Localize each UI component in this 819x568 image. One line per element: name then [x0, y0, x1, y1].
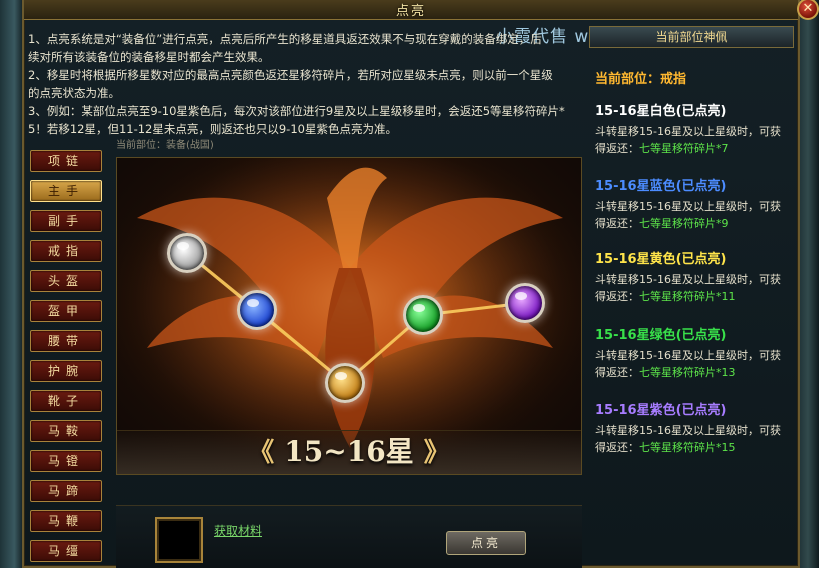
slot-button-belt[interactable]: 腰带: [30, 330, 102, 352]
material-slot[interactable]: [155, 517, 203, 563]
green-orb[interactable]: [403, 295, 443, 335]
instruction-line: 2、移星时将根据所移星数对应的最高点亮颜色返还星移符碎片，若所对应星级未点亮，则…: [28, 68, 553, 82]
current-slot-label: 当前部位：戒指: [595, 72, 687, 87]
detail-panel-header: 当前部位神佩: [589, 26, 794, 48]
tier-title: 15-16星黄色(已点亮): [595, 252, 727, 267]
slot-button-helmet[interactable]: 头盔: [30, 270, 102, 292]
tier-desc-prefix: 得返还：: [595, 142, 639, 155]
next-range-arrow[interactable]: 》: [424, 438, 450, 468]
tier-description: 斗转星移15-16星及以上星级时，可获 得返还：七等星移符碎片*7: [595, 123, 795, 157]
previous-range-arrow[interactable]: 《: [248, 438, 274, 468]
tier-description: 斗转星移15-16星及以上星级时，可获 得返还：七等星移符碎片*11: [595, 271, 795, 305]
dialog-title: 点亮: [395, 4, 426, 19]
slot-button-necklace[interactable]: 项链: [30, 150, 102, 172]
detail-panel: 当前部位神佩 当前部位：戒指 15-16星白色(已点亮) 斗转星移15-16星及…: [589, 24, 796, 564]
tier-desc-line: 斗转星移15-16星及以上星级时，可获: [595, 349, 781, 362]
tier-reward: 七等星移符碎片*15: [639, 441, 736, 454]
slot-button-whip[interactable]: 马鞭: [30, 510, 102, 532]
dialog-titlebar: 点亮: [24, 0, 798, 20]
instruction-line: 5！若移12星，但11-12星未点亮，则返还也只以9-10星紫色点亮为准。: [28, 122, 397, 136]
tier-white: 15-16星白色(已点亮) 斗转星移15-16星及以上星级时，可获 得返还：七等…: [595, 100, 795, 157]
slot-button-horseshoe[interactable]: 马蹄: [30, 480, 102, 502]
close-icon: ✕: [802, 1, 814, 16]
tier-reward: 七等星移符碎片*13: [639, 366, 736, 379]
tier-title: 15-16星蓝色(已点亮): [595, 179, 727, 194]
tier-desc-prefix: 得返还：: [595, 290, 639, 303]
tier-desc-prefix: 得返还：: [595, 366, 639, 379]
tier-blue: 15-16星蓝色(已点亮) 斗转星移15-16星及以上星级时，可获 得返还：七等…: [595, 175, 795, 232]
slot-button-boots[interactable]: 靴子: [30, 390, 102, 412]
slot-button-stirrup[interactable]: 马镫: [30, 450, 102, 472]
equipment-slot-list: 项链 主手 副手 戒指 头盔 盔甲 腰带 护腕 靴子 马鞍 马镫 马蹄 马鞭 马…: [30, 150, 106, 568]
slot-button-armor[interactable]: 盔甲: [30, 300, 102, 322]
tier-description: 斗转星移15-16星及以上星级时，可获 得返还：七等星移符碎片*9: [595, 198, 795, 232]
slot-button-main-hand[interactable]: 主手: [30, 180, 102, 202]
purple-orb[interactable]: [505, 283, 545, 323]
star-range-text: 15~16星: [284, 435, 414, 468]
tier-title: 15-16星紫色(已点亮): [595, 403, 727, 418]
instruction-line: 的点亮状态为准。: [28, 86, 120, 100]
slot-button-saddle[interactable]: 马鞍: [30, 420, 102, 442]
tier-reward: 七等星移符碎片*9: [639, 217, 729, 230]
slot-button-reins[interactable]: 马缰: [30, 540, 102, 562]
tier-description: 斗转星移15-16星及以上星级时，可获 得返还：七等星移符碎片*15: [595, 422, 795, 456]
blue-orb[interactable]: [237, 290, 277, 330]
background-left-scenery: [0, 0, 24, 568]
tier-reward: 七等星移符碎片*7: [639, 142, 729, 155]
tier-desc-line: 斗转星移15-16星及以上星级时，可获: [595, 125, 781, 138]
slot-button-off-hand[interactable]: 副手: [30, 210, 102, 232]
star-range-label: 《 15~16星》: [117, 430, 581, 470]
light-up-button[interactable]: 点亮: [446, 531, 526, 555]
phoenix-stage: 《 15~16星》: [116, 157, 582, 475]
tier-desc-line: 斗转星移15-16星及以上星级时，可获: [595, 424, 781, 437]
tier-reward: 七等星移符碎片*11: [639, 290, 736, 303]
instruction-line: 3、例如：某部位点亮至9-10星紫色后，每次对该部位进行9星及以上星级移星时，会…: [28, 104, 565, 118]
slot-button-ring[interactable]: 戒指: [30, 240, 102, 262]
yellow-orb[interactable]: [325, 363, 365, 403]
tier-desc-line: 斗转星移15-16星及以上星级时，可获: [595, 200, 781, 213]
tier-desc-prefix: 得返还：: [595, 217, 639, 230]
tier-title: 15-16星绿色(已点亮): [595, 328, 727, 343]
tier-description: 斗转星移15-16星及以上星级时，可获 得返还：七等星移符碎片*13: [595, 347, 795, 381]
instructions: 1、点亮系统是对“装备位”进行点亮，点亮后所产生的移星道具返还效果不与现在穿戴的…: [28, 30, 586, 138]
background-right-scenery: [797, 0, 819, 568]
tier-green: 15-16星绿色(已点亮) 斗转星移15-16星及以上星级时，可获 得返还：七等…: [595, 324, 795, 381]
tier-yellow: 15-16星黄色(已点亮) 斗转星移15-16星及以上星级时，可获 得返还：七等…: [595, 248, 795, 305]
instruction-line: 1、点亮系统是对“装备位”进行点亮，点亮后所产生的移星道具返还效果不与现在穿戴的…: [28, 32, 542, 46]
stage-subtitle: 当前部位：装备(战国): [116, 140, 214, 151]
instruction-line: 续对所有该装备位的装备移星时都会产生效果。: [28, 50, 270, 64]
tier-title: 15-16星白色(已点亮): [595, 104, 727, 119]
get-material-link[interactable]: 获取材料: [214, 522, 262, 539]
tier-desc-prefix: 得返还：: [595, 441, 639, 454]
slot-button-bracer[interactable]: 护腕: [30, 360, 102, 382]
tier-desc-line: 斗转星移15-16星及以上星级时，可获: [595, 273, 781, 286]
tier-purple: 15-16星紫色(已点亮) 斗转星移15-16星及以上星级时，可获 得返还：七等…: [595, 399, 795, 456]
white-orb[interactable]: [167, 233, 207, 273]
